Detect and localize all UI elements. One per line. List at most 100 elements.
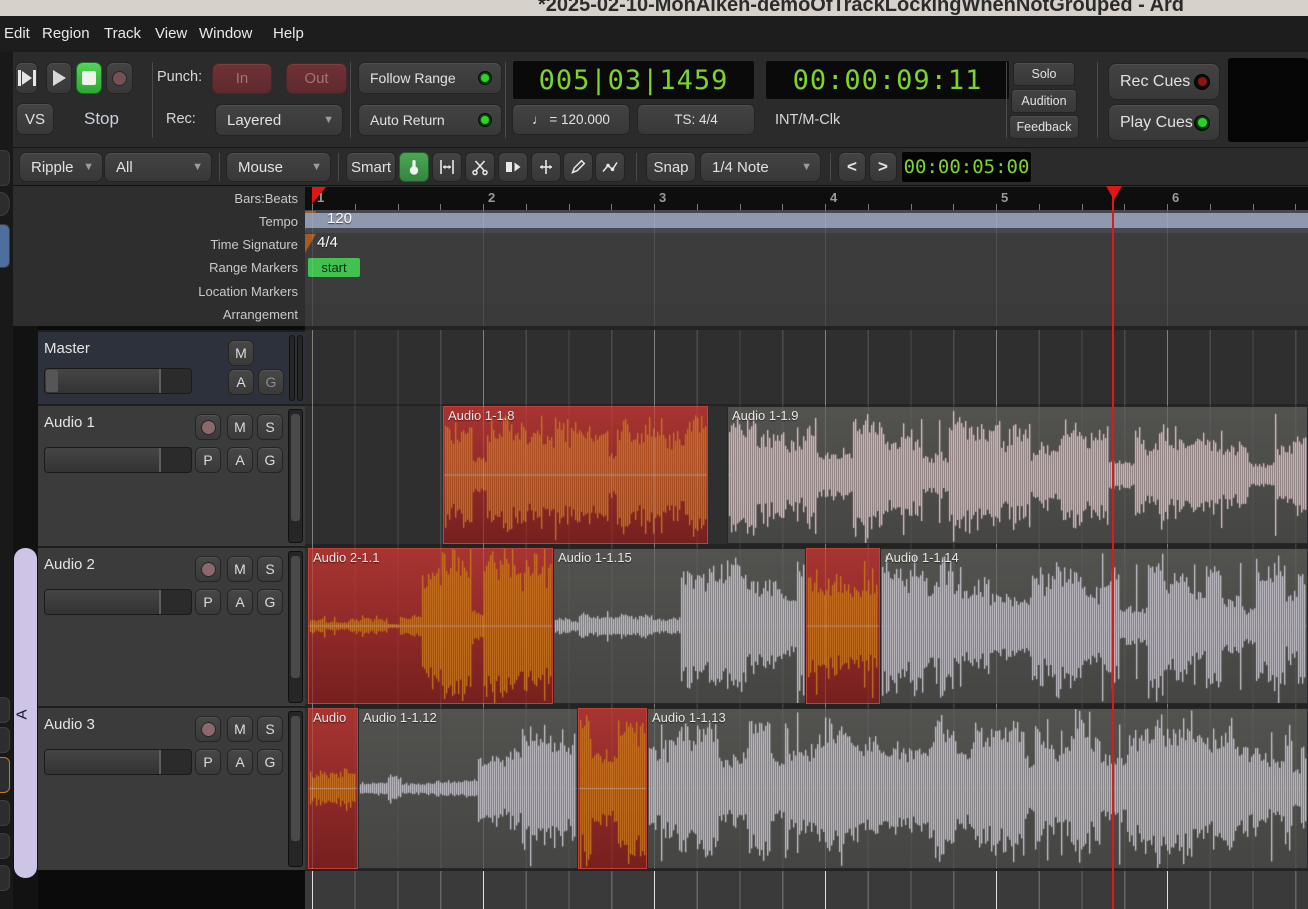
nudge-clock[interactable]: 00:00:05:00 — [901, 151, 1032, 183]
automation-button[interactable]: A — [227, 749, 253, 775]
mute-button[interactable]: M — [227, 414, 253, 440]
track-scrollbar[interactable] — [288, 551, 303, 703]
track-name[interactable]: Master — [44, 340, 90, 357]
time-signature-value[interactable]: 4/4 — [317, 234, 338, 251]
sync-source-label[interactable]: INT/M-Clk — [775, 112, 840, 128]
menu-edit[interactable]: Edit — [2, 16, 32, 52]
audio-region-audio-1-1-15[interactable]: Audio 1-1.15 — [553, 548, 806, 704]
stretch-tool-button[interactable] — [531, 152, 561, 182]
solo-button[interactable]: Solo — [1013, 62, 1075, 86]
auto-return-button[interactable]: Auto Return — [358, 104, 502, 136]
edge-button-fragment[interactable] — [0, 865, 10, 891]
editor-canvas[interactable]: Audio 1-1.8Audio 1-1.9Audio 2-1.1Audio 1… — [305, 326, 1308, 909]
audition-tool-button[interactable] — [498, 152, 528, 182]
arrangement-ruler[interactable] — [305, 303, 1308, 326]
rec-arm-button[interactable] — [195, 716, 221, 742]
primary-clock[interactable]: 005|03|1459 — [512, 60, 755, 100]
playlist-button[interactable]: P — [195, 589, 221, 615]
playhead-line[interactable] — [1112, 187, 1114, 909]
menu-region[interactable]: Region — [40, 16, 92, 52]
mute-button[interactable]: M — [228, 340, 254, 366]
audio-region-audio-1-1-9[interactable]: Audio 1-1.9 — [727, 406, 1308, 544]
solo-button[interactable]: S — [257, 716, 283, 742]
edge-button-fragment[interactable] — [0, 697, 10, 723]
edge-button-fragment[interactable] — [0, 150, 10, 186]
titlebar[interactable]: *2025-02-10-MonAiken-demoOfTrackLockingW… — [0, 0, 1308, 16]
edge-button-fragment[interactable] — [0, 800, 10, 826]
track-header-audio-1[interactable]: Audio 1 MS PAG — [38, 404, 305, 546]
nav-previous-button[interactable]: < — [838, 152, 866, 182]
mute-button[interactable]: M — [227, 556, 253, 582]
audio-region[interactable] — [806, 548, 880, 704]
automation-button[interactable]: A — [228, 369, 254, 395]
secondary-clock[interactable]: 00:00:09:11 — [765, 60, 1010, 100]
audio-region-audio-1-1-12[interactable]: Audio 1-1.12 — [358, 708, 578, 869]
solo-button[interactable]: S — [257, 414, 283, 440]
track-scrollbar[interactable] — [288, 711, 303, 867]
range-markers-ruler[interactable]: start — [305, 256, 1308, 279]
time-signature-button[interactable]: TS: 4/4 — [637, 104, 755, 135]
transport-record-button[interactable] — [106, 62, 133, 94]
gain-fader[interactable] — [44, 447, 192, 473]
gain-fader[interactable] — [44, 749, 192, 775]
tempo-value[interactable]: 120 — [327, 210, 352, 227]
edge-button-fragment[interactable] — [0, 757, 10, 793]
snap-mode-button[interactable]: Snap — [646, 152, 696, 182]
menu-track[interactable]: Track — [102, 16, 143, 52]
edge-button-fragment[interactable] — [0, 224, 10, 268]
track-name[interactable]: Audio 3 — [44, 716, 95, 733]
track-header-master[interactable]: Master MAG — [38, 330, 305, 404]
audio-region-audio-1-1-8[interactable]: Audio 1-1.8 — [443, 406, 708, 544]
track-header-audio-2[interactable]: Audio 2MSPAG — [38, 546, 305, 706]
smart-mode-button[interactable]: Smart — [346, 152, 396, 182]
automation-tool-button[interactable] — [595, 152, 625, 182]
edge-button-fragment[interactable] — [0, 727, 10, 753]
track-group-tab[interactable]: A — [14, 548, 37, 878]
ripple-scope-dropdown[interactable]: All▼ — [104, 152, 212, 182]
group-button[interactable]: G — [257, 447, 283, 473]
menu-help[interactable]: Help — [271, 16, 306, 52]
track-name[interactable]: Audio 1 — [44, 414, 95, 431]
location-markers-ruler[interactable] — [305, 279, 1308, 303]
punch-out-button[interactable]: Out — [286, 63, 347, 94]
audio-region-audio-1-1-14[interactable]: Audio 1-1.14 — [880, 548, 1308, 704]
scrollbar-thumb[interactable] — [291, 414, 300, 521]
menu-view[interactable]: View — [153, 16, 189, 52]
vs-button[interactable]: VS — [16, 103, 54, 135]
rec-arm-button[interactable] — [195, 414, 221, 440]
track-header-audio-3[interactable]: Audio 3MSPAG — [38, 706, 305, 870]
group-button[interactable]: G — [258, 369, 284, 395]
audition-button[interactable]: Audition — [1011, 89, 1077, 113]
ruler-lanes[interactable]: 123456 120 4/4 start — [305, 186, 1308, 326]
grab-tool-button[interactable] — [399, 152, 429, 182]
group-button[interactable]: G — [257, 589, 283, 615]
track-scrollbar[interactable] — [289, 335, 295, 401]
rec-cues-button[interactable]: Rec Cues — [1108, 63, 1220, 100]
cut-tool-button[interactable] — [465, 152, 495, 182]
playlist-button[interactable]: P — [195, 447, 221, 473]
play-cues-button[interactable]: Play Cues — [1108, 104, 1220, 141]
rec-arm-button[interactable] — [195, 556, 221, 582]
playlist-button[interactable]: P — [195, 749, 221, 775]
audio-region[interactable] — [578, 708, 647, 869]
track-scrollbar[interactable] — [288, 409, 303, 543]
automation-button[interactable]: A — [227, 447, 253, 473]
track-name[interactable]: Audio 2 — [44, 556, 95, 573]
ripple-mode-dropdown[interactable]: Ripple▼ — [19, 152, 103, 182]
tempo-button[interactable]: ♩ = 120.000 — [512, 104, 630, 135]
time-signature-marker-icon[interactable] — [305, 234, 316, 253]
punch-in-button[interactable]: In — [212, 63, 272, 94]
feedback-button[interactable]: Feedback — [1009, 115, 1079, 139]
audio-region-audio-1-1-13[interactable]: Audio 1-1.13 — [647, 708, 1308, 869]
nav-next-button[interactable]: > — [869, 152, 897, 182]
edge-button-fragment[interactable] — [0, 833, 10, 859]
mini-timeline[interactable] — [1228, 58, 1308, 142]
draw-tool-button[interactable] — [563, 152, 593, 182]
mute-button[interactable]: M — [227, 716, 253, 742]
record-mode-dropdown[interactable]: Layered▼ — [215, 104, 343, 136]
transport-return-button[interactable] — [15, 62, 38, 94]
menu-window[interactable]: Window — [197, 16, 254, 52]
gain-fader[interactable] — [44, 368, 192, 394]
automation-button[interactable]: A — [227, 589, 253, 615]
edge-button-fragment[interactable] — [0, 192, 10, 216]
